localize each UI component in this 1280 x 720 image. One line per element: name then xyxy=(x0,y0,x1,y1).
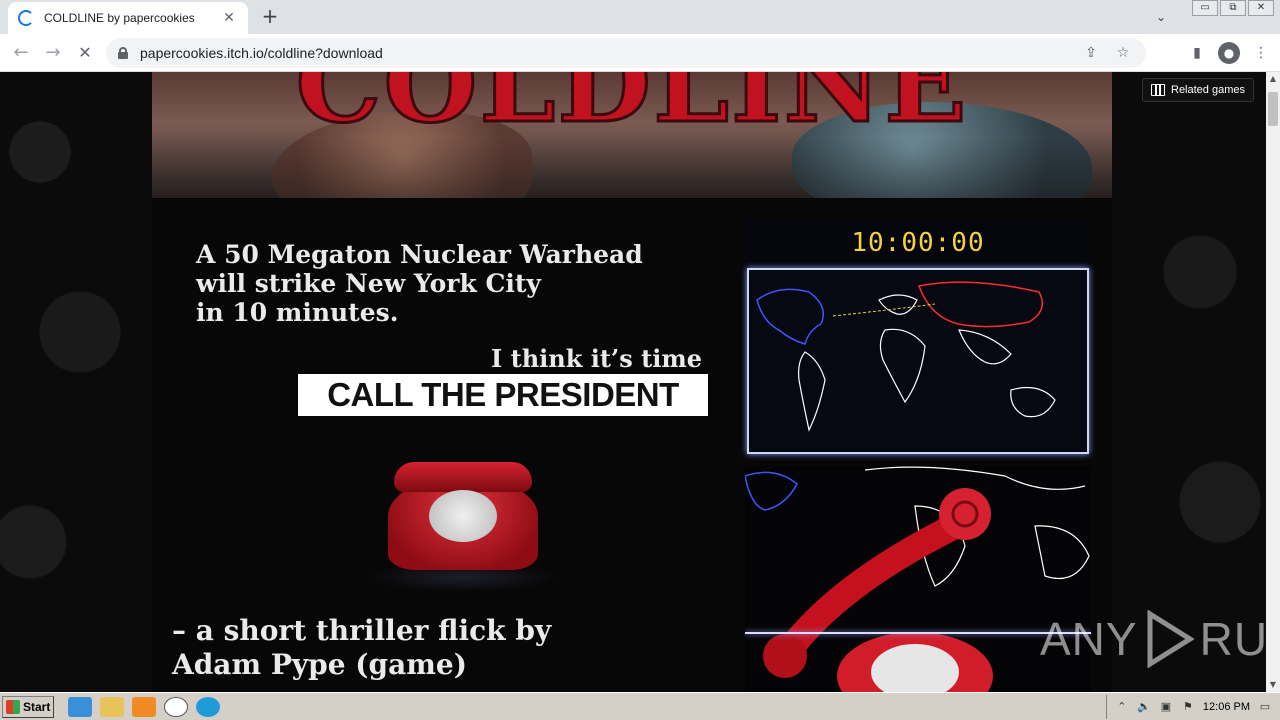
headline-line: in 10 minutes. xyxy=(196,298,399,327)
toolbar-actions: ▮ ● ⋮ xyxy=(1186,42,1272,64)
map-icon xyxy=(1151,84,1165,96)
action-center-flag-icon[interactable]: ⚑ xyxy=(1181,700,1195,714)
tray-expand-icon[interactable]: ⌃ xyxy=(1115,700,1129,714)
system-tray: ⌃ 🔈 ▣ ⚑ 12:06 PM ▭ xyxy=(1105,695,1280,719)
start-button[interactable]: Start xyxy=(2,696,54,718)
new-tab-button[interactable]: + xyxy=(258,5,282,29)
countdown-map-image: 10:00:00 xyxy=(745,218,1091,458)
anyrun-watermark: ANY RUN xyxy=(1040,610,1266,668)
window-controls: ▭ ⧉ ✕ xyxy=(1192,0,1274,16)
watermark-text: RUN xyxy=(1199,613,1266,665)
game-banner: COLDLINE xyxy=(152,72,1112,198)
url-text[interactable]: papercookies.itch.io/coldline?download xyxy=(140,45,1070,61)
file-explorer-icon[interactable] xyxy=(100,697,124,717)
loading-spinner-icon xyxy=(18,10,34,26)
restore-button[interactable]: ⧉ xyxy=(1220,0,1246,16)
play-logo-icon xyxy=(1147,610,1194,668)
stop-loading-icon[interactable]: ✕ xyxy=(72,40,98,66)
game-description: A 50 Megaton Nuclear Warhead will strike… xyxy=(152,198,1112,692)
chrome-icon[interactable] xyxy=(164,697,188,717)
credit-line: Adam Pype (game) xyxy=(172,648,467,681)
minimize-button[interactable]: ▭ xyxy=(1192,0,1218,16)
menu-kebab-icon[interactable]: ⋮ xyxy=(1250,42,1272,64)
close-window-button[interactable]: ✕ xyxy=(1248,0,1274,16)
countdown-timer: 10:00:00 xyxy=(851,228,985,258)
back-arrow-icon[interactable]: ← xyxy=(8,40,34,66)
profile-avatar-icon[interactable]: ● xyxy=(1218,42,1240,64)
browser-tab[interactable]: COLDLINE by papercookies ✕ xyxy=(8,2,248,34)
bookmark-star-icon[interactable]: ☆ xyxy=(1112,45,1134,61)
headline-line: will strike New York City xyxy=(196,269,541,298)
close-tab-icon[interactable]: ✕ xyxy=(220,10,238,26)
quick-launch xyxy=(68,697,220,717)
banner-shade xyxy=(152,138,1112,198)
related-games-button[interactable]: Related games xyxy=(1142,78,1254,102)
tab-title: COLDLINE by papercookies xyxy=(44,11,195,25)
headline-line: A 50 Megaton Nuclear Warhead xyxy=(196,240,643,269)
page-scrollbar[interactable]: ▲ ▼ xyxy=(1266,72,1280,692)
address-bar[interactable]: papercookies.itch.io/coldline?download ⇪… xyxy=(106,38,1146,68)
related-games-label: Related games xyxy=(1171,84,1245,96)
game-logo: COLDLINE xyxy=(294,72,969,147)
red-telephone-image xyxy=(368,462,558,592)
internet-explorer-icon[interactable] xyxy=(68,697,92,717)
clock[interactable]: 12:06 PM xyxy=(1203,701,1250,713)
scrollbar-thumb[interactable] xyxy=(1268,92,1278,126)
credit-line: – a short thriller flick by xyxy=(172,614,552,647)
scroll-down-arrow-icon[interactable]: ▼ xyxy=(1266,678,1280,692)
page-viewport: Related games COLDLINE A 50 Megaton Nucl… xyxy=(0,72,1266,692)
tab-search-chevron-icon[interactable]: ⌄ xyxy=(1150,6,1172,28)
call-the-president-banner: CALL THE PRESIDENT xyxy=(298,374,708,416)
volume-icon[interactable]: 🔈 xyxy=(1137,700,1151,714)
edge-icon[interactable] xyxy=(196,697,220,717)
credit-text: – a short thriller flick by Adam Pype (g… xyxy=(172,614,551,682)
media-player-icon[interactable] xyxy=(132,697,156,717)
headline: A 50 Megaton Nuclear Warhead will strike… xyxy=(196,240,643,327)
world-map-image xyxy=(747,268,1089,454)
network-icon[interactable]: ▣ xyxy=(1159,700,1173,714)
browser-toolbar: ← → ✕ papercookies.itch.io/coldline?down… xyxy=(0,34,1280,72)
side-panel-icon[interactable]: ▮ xyxy=(1186,42,1208,64)
tab-strip: COLDLINE by papercookies ✕ + ⌄ ▭ ⧉ ✕ xyxy=(0,0,1280,34)
share-icon[interactable]: ⇪ xyxy=(1080,45,1102,61)
taskbar: Start ⌃ 🔈 ▣ ⚑ 12:06 PM ▭ xyxy=(0,692,1280,720)
lock-icon[interactable] xyxy=(118,47,128,59)
forward-arrow-icon[interactable]: → xyxy=(40,40,66,66)
start-label: Start xyxy=(23,700,51,714)
scroll-up-arrow-icon[interactable]: ▲ xyxy=(1266,72,1280,86)
watermark-text: ANY xyxy=(1040,613,1138,665)
windows-flag-icon xyxy=(6,700,20,714)
show-desktop-icon[interactable]: ▭ xyxy=(1258,700,1272,714)
